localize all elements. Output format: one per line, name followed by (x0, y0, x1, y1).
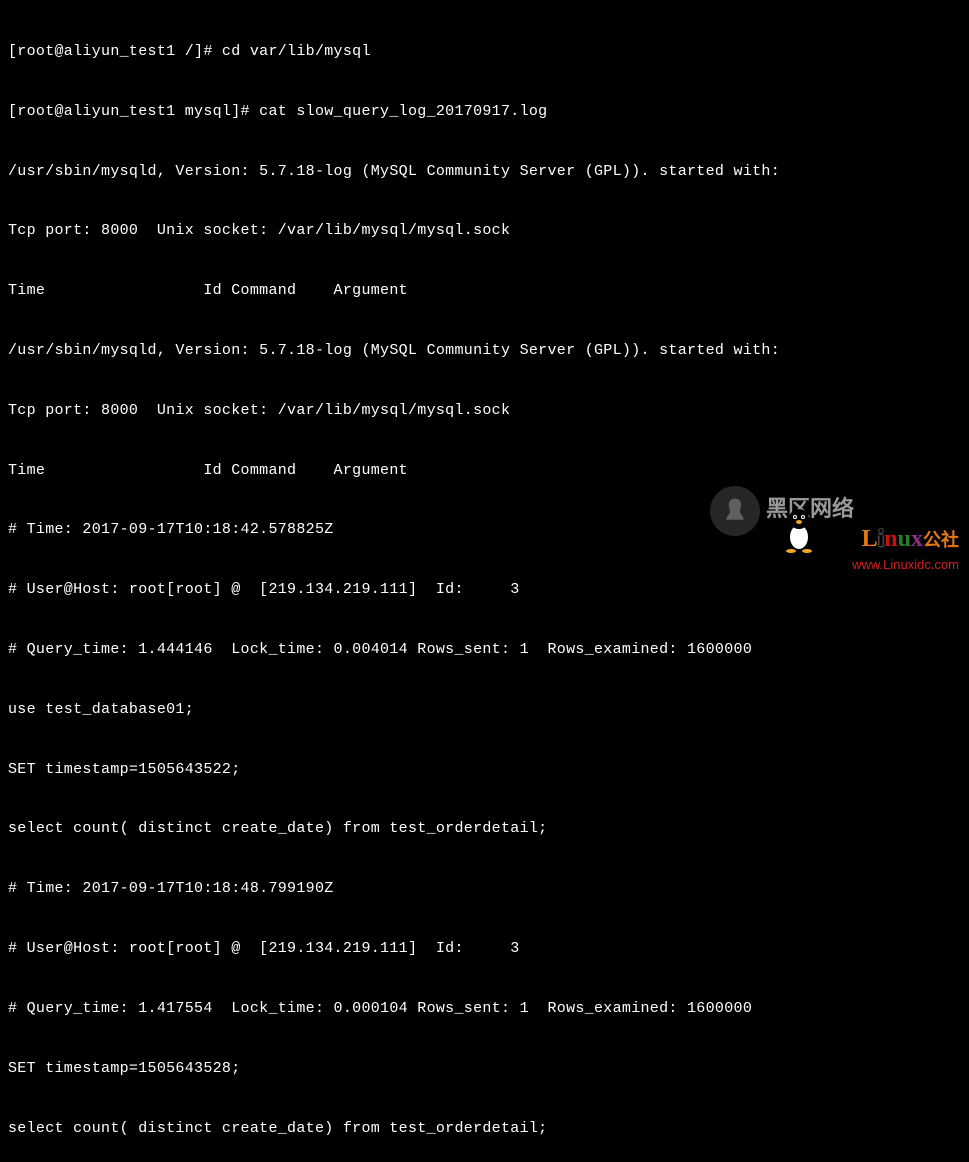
terminal-line: # User@Host: root[root] @ [219.134.219.1… (8, 580, 961, 600)
watermark-logo-icon (710, 486, 760, 536)
terminal-line: select count( distinct create_date) from… (8, 1119, 961, 1139)
terminal-line: /usr/sbin/mysqld, Version: 5.7.18-log (M… (8, 162, 961, 182)
terminal-line: # User@Host: root[root] @ [219.134.219.1… (8, 939, 961, 959)
terminal-output[interactable]: [root@aliyun_test1 /]# cd var/lib/mysql … (8, 2, 961, 1162)
terminal-line: /usr/sbin/mysqld, Version: 5.7.18-log (M… (8, 341, 961, 361)
terminal-line: [root@aliyun_test1 /]# cd var/lib/mysql (8, 42, 961, 62)
terminal-line: Time Id Command Argument (8, 461, 961, 481)
terminal-line: use test_database01; (8, 700, 961, 720)
terminal-line: Tcp port: 8000 Unix socket: /var/lib/mys… (8, 401, 961, 421)
penguin-icon (779, 507, 819, 553)
terminal-line: [root@aliyun_test1 mysql]# cat slow_quer… (8, 102, 961, 122)
terminal-line: Time Id Command Argument (8, 281, 961, 301)
brand-url: www.Linuxidc.com (852, 556, 959, 573)
terminal-line: # Query_time: 1.417554 Lock_time: 0.0001… (8, 999, 961, 1019)
brand-logo: Linux公社 (852, 524, 959, 556)
terminal-line: # Query_time: 1.444146 Lock_time: 0.0040… (8, 640, 961, 660)
terminal-line: # Time: 2017-09-17T10:18:48.799190Z (8, 879, 961, 899)
terminal-line: SET timestamp=1505643528; (8, 1059, 961, 1079)
terminal-line: Tcp port: 8000 Unix socket: /var/lib/mys… (8, 221, 961, 241)
watermark-brand: Linux公社 www.Linuxidc.com (852, 524, 959, 573)
terminal-line: SET timestamp=1505643522; (8, 760, 961, 780)
terminal-line: select count( distinct create_date) from… (8, 819, 961, 839)
